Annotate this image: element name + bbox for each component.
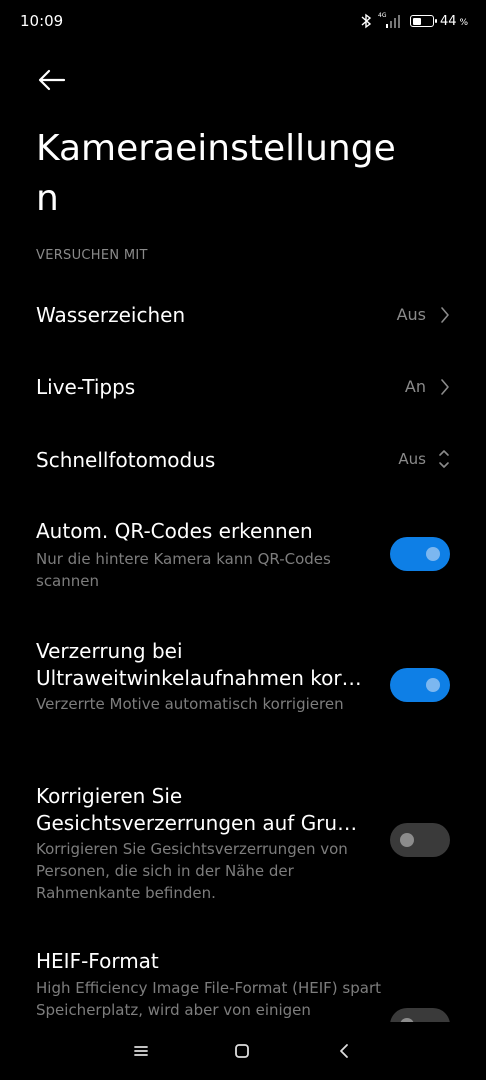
qr-code-toggle[interactable]: [390, 537, 450, 571]
section-header: VERSUCHEN MIT: [36, 248, 148, 263]
toggle-knob: [426, 678, 440, 692]
watermark-value: Aus: [396, 305, 426, 324]
quick-photo-value: Aus: [398, 450, 426, 468]
live-tips-setting[interactable]: Live-Tipps An: [0, 362, 486, 412]
chevron-up-down-icon: [439, 450, 449, 468]
navigation-bar: [0, 1022, 486, 1080]
system-back-button[interactable]: [329, 1038, 359, 1064]
heif-setting[interactable]: HEIF-Format High Efficiency Image File-F…: [0, 940, 486, 1022]
page-title: Kameraeinstellungen: [36, 128, 396, 219]
ultrawide-correction-title-line2: Ultraweitwinkelaufnahmen kor…: [36, 666, 362, 690]
bluetooth-icon: [360, 13, 372, 29]
qr-code-title: Autom. QR-Codes erkennen: [36, 519, 313, 543]
face-correction-toggle[interactable]: [390, 823, 450, 857]
battery-percent-text: 44 %: [440, 13, 468, 29]
back-triangle-icon: [340, 1044, 348, 1058]
face-correction-title-line1: Korrigieren Sie: [36, 784, 183, 808]
status-icons: 4G 44 %: [360, 10, 468, 32]
home-icon: [235, 1044, 249, 1058]
heif-toggle[interactable]: [390, 1008, 450, 1022]
arrow-left-icon: [38, 69, 66, 91]
heif-description: High Efficiency Image File-Format (HEIF)…: [36, 979, 382, 1019]
menu-icon: [134, 1046, 148, 1056]
live-tips-title: Live-Tipps: [36, 375, 136, 399]
quick-photo-title: Schnellfotomodus: [36, 448, 216, 472]
toggle-knob: [400, 833, 414, 847]
heif-title: HEIF-Format: [36, 949, 159, 973]
face-correction-setting[interactable]: Korrigieren Sie Gesichtsverzerrungen auf…: [0, 775, 486, 915]
ultrawide-correction-title-line1: Verzerrung bei: [36, 639, 183, 663]
qr-code-setting[interactable]: Autom. QR-Codes erkennen Nur die hintere…: [0, 510, 486, 600]
qr-code-description: Nur die hintere Kamera kann QR-Codes sca…: [36, 550, 331, 590]
status-time: 10:09: [20, 12, 64, 30]
home-button[interactable]: [227, 1038, 257, 1064]
face-correction-title-line2: Gesichtsverzerrungen auf Gru…: [36, 811, 358, 835]
ultrawide-correction-setting[interactable]: Verzerrung bei Ultraweitwinkelaufnahmen …: [0, 630, 486, 750]
back-button[interactable]: [32, 62, 72, 98]
chevron-right-icon: [441, 307, 449, 323]
recent-apps-button[interactable]: [126, 1038, 156, 1064]
ultrawide-correction-description: Verzerrte Motive automatisch korrigieren: [36, 695, 344, 713]
live-tips-value: An: [404, 377, 426, 396]
watermark-title: Wasserzeichen: [36, 303, 186, 327]
status-bar: 10:09 4G 44 %: [0, 0, 486, 44]
watermark-setting[interactable]: Wasserzeichen Aus: [0, 290, 486, 340]
battery-level-fill: [412, 17, 421, 25]
signal-icon: 4G: [378, 12, 404, 30]
face-correction-description: Korrigieren Sie Gesichtsverzerrungen von…: [36, 840, 348, 902]
battery-icon: [410, 15, 438, 27]
ultrawide-correction-toggle[interactable]: [390, 668, 450, 702]
toggle-knob: [426, 547, 440, 561]
battery-percent: 44: [440, 13, 457, 29]
quick-photo-setting[interactable]: Schnellfotomodus Aus: [0, 435, 486, 485]
chevron-right-icon: [441, 379, 449, 395]
